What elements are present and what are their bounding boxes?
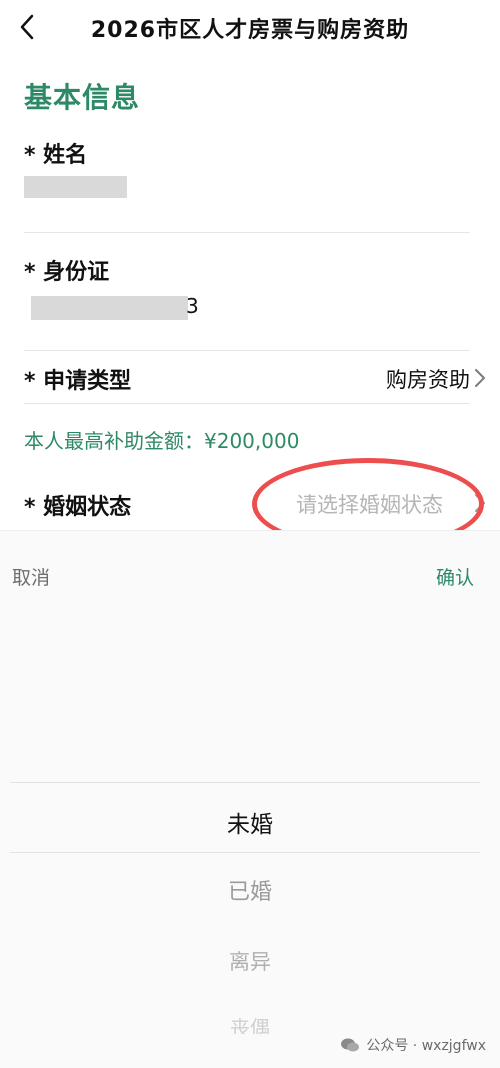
picker-cancel-button[interactable]: 取消 (12, 563, 50, 590)
nav-header: 2026市区人才房票与购房资助 (0, 0, 500, 56)
picker-option-divorced[interactable]: 离异 (0, 946, 500, 976)
id-card-label: * 身份证 (24, 260, 110, 285)
subsidy-amount-text: 本人最高补助金额：¥200,000 (24, 429, 300, 453)
picker-option-unmarried[interactable]: 未婚 (0, 805, 500, 839)
divider (24, 403, 470, 404)
picker-confirm-button[interactable]: 确认 (436, 563, 474, 590)
apply-type-value[interactable]: 购房资助 (386, 364, 470, 394)
picker-selection-line-bottom (10, 852, 480, 853)
picker-option-widowed[interactable]: 丧偶 (0, 1012, 500, 1034)
watermark: 公众号 · wxzjgfwx (340, 1035, 486, 1055)
picker-option-married[interactable]: 已婚 (0, 874, 500, 906)
picker-sheet (0, 530, 500, 1068)
chevron-right-icon[interactable] (474, 368, 486, 388)
id-card-value-redacted[interactable] (31, 296, 188, 320)
divider (24, 350, 470, 351)
page-title: 2026市区人才房票与购房资助 (90, 18, 410, 43)
section-title-basic-info: 基本信息 (24, 81, 141, 114)
id-card-visible-tail: 3 (186, 294, 199, 318)
wechat-icon (341, 1038, 360, 1052)
watermark-text: 公众号 · wxzjgfwx (366, 1038, 486, 1054)
apply-type-label: * 申请类型 (24, 369, 132, 394)
name-value-redacted[interactable] (24, 176, 127, 198)
picker-selection-line-top (10, 782, 480, 783)
marital-status-label: * 婚姻状态 (24, 495, 132, 520)
name-label: * 姓名 (24, 143, 88, 168)
divider (24, 232, 470, 233)
